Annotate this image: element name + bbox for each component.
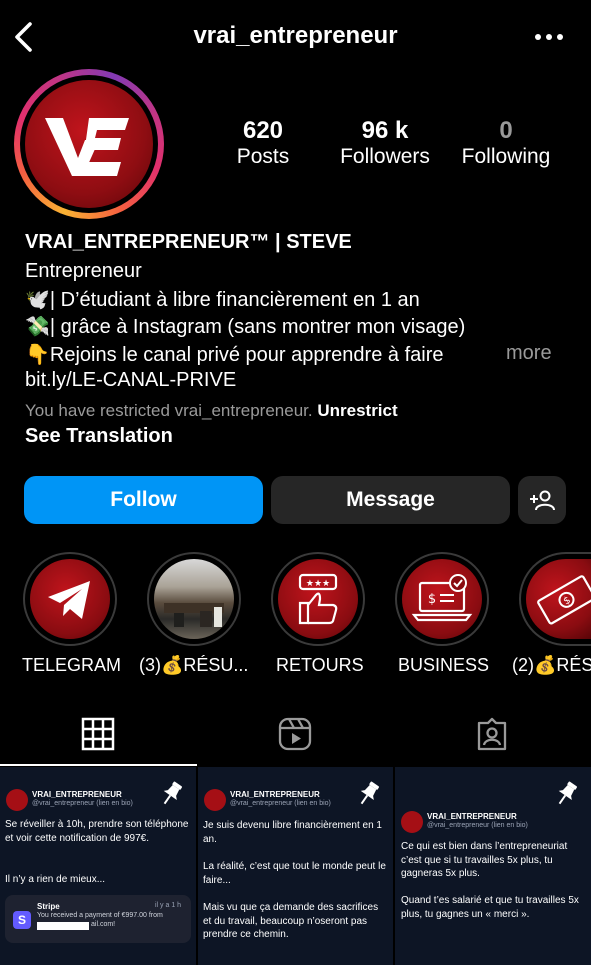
telegram-icon (48, 581, 90, 619)
post-tile-3[interactable]: VRAI_ENTREPRENEUR @vrai_entrepreneur (li… (395, 767, 591, 965)
stat-posts-value: 620 (242, 117, 284, 144)
highlight-retours-label: RETOURS (276, 655, 364, 675)
bio-line-2-text: | grâce à Instagram (sans montrer mon vi… (49, 316, 466, 338)
stat-posts-label: Posts (236, 145, 290, 168)
bio-line-1-text: | D’étudiant à libre financièrement en 1… (49, 289, 420, 311)
more-horizontal-icon[interactable] (532, 26, 566, 48)
highlight-resultats-cover (154, 559, 234, 639)
svg-text:★★★: ★★★ (306, 579, 330, 589)
reels-icon[interactable] (278, 717, 312, 751)
restricted-notice: You have restricted vrai_entrepreneur. U… (25, 401, 398, 421)
stat-followers[interactable]: 96 k Followers (330, 117, 440, 169)
photo-icon (164, 603, 224, 627)
post-text-2c: Mais vu que ça demande des sacrifices et… (203, 902, 379, 940)
post-text-2b: La réalité, c’est que tout le monde peut… (203, 861, 386, 886)
post-avatar (6, 789, 28, 811)
stripe-notification: S Stripe il y a 1 h You received a payme… (5, 895, 191, 943)
bio-line-3-emoji: 👇 (25, 344, 50, 366)
stripe-message: You received a payment of €997.00 from (37, 912, 163, 919)
bio-line-2: 💸| grâce à Instagram (sans montrer mon v… (25, 314, 465, 339)
post-author: VRAI_ENTREPRENEUR (427, 812, 517, 821)
add-user-button[interactable] (518, 476, 566, 524)
post-avatar (401, 811, 423, 833)
stripe-app-name: Stripe (37, 902, 60, 911)
post-author: VRAI_ENTREPRENEUR (230, 790, 320, 799)
post-author-sub: @vrai_entrepreneur (lien en bio) (230, 800, 331, 807)
post-text-3b: Quand t’es salarié et que tu travailles … (401, 895, 579, 920)
bio-line-3-text: Rejoins le canal privé pour apprendre à … (49, 344, 444, 366)
stripe-email-suffix: ail.com! (91, 921, 116, 928)
restricted-text: You have restricted vrai_entrepreneur. (25, 401, 313, 420)
post-text-1a: Se réveiller à 10h, prendre son téléphon… (5, 819, 189, 844)
highlight-business[interactable]: $ (395, 552, 489, 646)
bio-line-2-emoji: 💸 (25, 316, 50, 338)
post-text-3a: Ce qui est bien dans l’entrepreneuriat c… (401, 841, 568, 879)
add-user-icon (530, 490, 555, 511)
profile-name: VRAI_ENTREPRENEUR™ | STEVE (25, 231, 352, 253)
grid-icon[interactable] (81, 717, 115, 751)
highlight-retours-cover: ★★★ (278, 559, 358, 639)
stat-following-label: Following (461, 145, 551, 168)
highlight-telegram[interactable] (23, 552, 117, 646)
highlight-resultats-2-cover: $ (526, 559, 591, 639)
stat-posts[interactable]: 620 Posts (213, 117, 313, 169)
bio-link[interactable]: bit.ly/LE-CANAL-PRIVE (25, 369, 236, 392)
post-text-2a: Je suis devenu libre financièrement en 1… (203, 820, 382, 845)
post-avatar (204, 789, 226, 811)
stripe-app-icon: S (13, 911, 31, 929)
avatar[interactable] (25, 80, 153, 208)
message-button[interactable]: Message (271, 476, 510, 524)
active-tab-indicator (0, 764, 197, 766)
tagged-icon[interactable] (475, 717, 509, 751)
profile-username-title: vrai_entrepreneur (193, 22, 398, 49)
svg-text:$: $ (428, 592, 436, 607)
money-icon: $ (537, 575, 591, 625)
highlight-resultats-label: (3)💰RÉSU... (139, 655, 249, 675)
follow-button[interactable]: Follow (24, 476, 263, 524)
highlight-telegram-cover (30, 559, 110, 639)
pin-icon (558, 781, 578, 805)
post-tile-1[interactable]: VRAI_ENTREPRENEUR @vrai_entrepreneur (li… (0, 767, 196, 965)
highlight-resultats-2-label: (2)💰RÉS (512, 655, 591, 675)
see-translation-link[interactable]: See Translation (25, 425, 173, 448)
unrestrict-link[interactable]: Unrestrict (317, 401, 397, 420)
highlight-telegram-label: TELEGRAM (22, 655, 122, 675)
ve-logo-icon (45, 118, 129, 176)
highlight-resultats-2[interactable]: $ (519, 552, 591, 646)
highlight-resultats[interactable] (147, 552, 241, 646)
stat-followers-label: Followers (340, 145, 430, 168)
stat-following[interactable]: 0 Following (450, 117, 562, 169)
post-author-sub: @vrai_entrepreneur (lien en bio) (427, 822, 528, 829)
highlight-retours[interactable]: ★★★ (271, 552, 365, 646)
rating-thumb-icon: ★★★ (298, 573, 338, 625)
bio-more-link[interactable]: more (506, 342, 552, 365)
profile-category: Entrepreneur (25, 260, 142, 282)
laptop-check-icon: $ (411, 574, 473, 622)
stat-followers-value: 96 k (361, 117, 409, 144)
post-tile-2[interactable]: VRAI_ENTREPRENEUR @vrai_entrepreneur (li… (198, 767, 393, 965)
post-author: VRAI_ENTREPRENEUR (32, 790, 122, 799)
redacted-email-bar (37, 922, 89, 930)
bio-line-1-emoji: 🕊️ (25, 289, 50, 311)
highlight-business-cover: $ (402, 559, 482, 639)
post-text-1b: Il n’y a rien de mieux... (5, 874, 106, 885)
stripe-time: il y a 1 h (155, 902, 182, 909)
pin-icon (360, 781, 380, 805)
bio-line-1: 🕊️| D’étudiant à libre financièrement en… (25, 287, 420, 312)
post-author-sub: @vrai_entrepreneur (lien en bio) (32, 800, 133, 807)
highlight-business-label: BUSINESS (398, 655, 490, 675)
pin-icon (163, 781, 183, 805)
bio-line-3: 👇Rejoins le canal privé pour apprendre à… (25, 342, 443, 367)
stat-following-value: 0 (499, 117, 513, 144)
